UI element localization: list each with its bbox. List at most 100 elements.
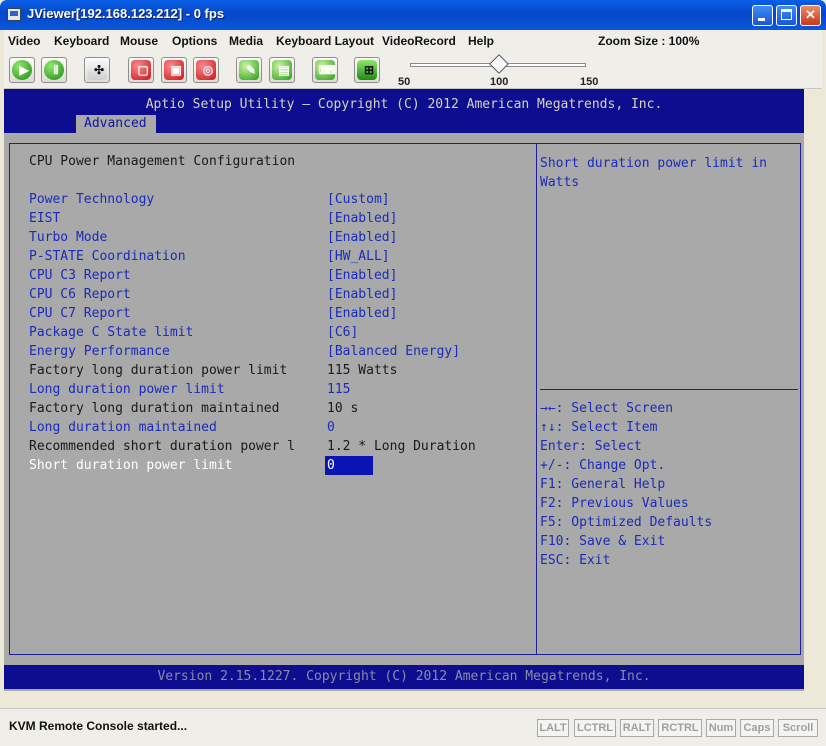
stop-record-icon: ▢	[131, 60, 151, 80]
key-hint-enter: Enter: Select	[540, 439, 642, 454]
menu-help[interactable]: Help	[468, 34, 494, 48]
setting-cpu-c3-report[interactable]: CPU C3 Report [Enabled]	[29, 268, 529, 287]
key-hint-exit: ESC: Exit	[540, 553, 611, 568]
cd-icon: ◎	[196, 60, 216, 80]
zoom-tick-50: 50	[398, 76, 411, 88]
mouse-icon: ✎	[239, 60, 259, 80]
setting-energy-performance[interactable]: Energy Performance [Balanced Energy]	[29, 344, 529, 363]
status-text: KVM Remote Console started...	[9, 719, 188, 733]
title-bar[interactable]: JViewer[192.168.123.212] - 0 fps ✕	[0, 0, 826, 30]
lock-indicator-lalt: LALT	[537, 719, 569, 737]
setting-short-duration-power-limit[interactable]: Short duration power limit 0	[29, 456, 529, 477]
setting-cpu-c6-report[interactable]: CPU C6 Report [Enabled]	[29, 287, 529, 306]
setting-p-state-coordination[interactable]: P-STATE Coordination [HW_ALL]	[29, 249, 529, 268]
maximize-button[interactable]	[776, 5, 797, 26]
tab-advanced[interactable]: Advanced	[76, 115, 156, 133]
setting-value: [Enabled]	[327, 287, 398, 302]
setting-value: [Enabled]	[327, 211, 398, 226]
menu-options[interactable]: Options	[172, 34, 217, 48]
menu-videorecord[interactable]: VideoRecord	[382, 34, 456, 48]
lock-indicator-ralt: RALT	[620, 719, 654, 737]
play-button[interactable]: ▶	[9, 57, 35, 83]
help-divider	[540, 389, 798, 390]
cd-button[interactable]: ◎	[193, 57, 219, 83]
stop-record-button[interactable]: ▢	[128, 57, 154, 83]
key-hint-optimized-defaults: F5: Optimized Defaults	[540, 515, 713, 530]
key-hint-select-item: ↑↓: Select Item	[540, 420, 658, 435]
lock-indicator-caps: Caps	[740, 719, 774, 737]
setting-label: Factory long duration power limit	[29, 363, 288, 378]
lock-button[interactable]: ⊞	[354, 57, 380, 83]
hotkey-button[interactable]: ⌨	[312, 57, 338, 83]
minimize-icon	[758, 18, 765, 21]
setting-label: P-STATE Coordination	[29, 249, 186, 264]
zoom-tick-150: 150	[580, 76, 599, 88]
setting-label: CPU C3 Report	[29, 268, 131, 283]
setting-label: CPU C7 Report	[29, 306, 131, 321]
setting-value: 115 Watts	[327, 363, 398, 378]
menu-video[interactable]: Video	[8, 34, 40, 48]
short-duration-power-limit-input[interactable]: 0	[325, 456, 373, 475]
setting-value: [Balanced Energy]	[327, 344, 461, 359]
menu-mouse[interactable]: Mouse	[120, 34, 158, 48]
panel-divider	[536, 143, 537, 655]
setting-turbo-mode[interactable]: Turbo Mode [Enabled]	[29, 230, 529, 249]
bios-title: Aptio Setup Utility – Copyright (C) 2012…	[145, 97, 663, 112]
save-icon: ▣	[164, 60, 184, 80]
setting-value: [Enabled]	[327, 230, 398, 245]
lock-icon: ⊞	[357, 60, 377, 80]
help-text: Short duration power limit in Watts	[540, 156, 767, 190]
pause-button[interactable]: Ⅱ	[41, 57, 67, 83]
zoom-size-label: Zoom Size : 100%	[598, 34, 700, 48]
setting-value: [Custom]	[327, 192, 390, 207]
setting-label: Long duration maintained	[29, 420, 217, 435]
zoom-slider-knob[interactable]	[489, 54, 509, 74]
menu-keyboard-layout[interactable]: Keyboard Layout	[276, 34, 374, 48]
key-hint-save-exit: F10: Save & Exit	[540, 534, 666, 549]
close-button[interactable]: ✕	[800, 5, 821, 26]
app-icon	[7, 8, 21, 21]
mouse-button[interactable]: ✎	[236, 57, 262, 83]
setting-value: 1.2 * Long Duration	[327, 439, 476, 454]
setting-long-duration-power-limit[interactable]: Long duration power limit 115	[29, 382, 529, 401]
keyboard-button[interactable]: ▤	[269, 57, 295, 83]
play-icon: ▶	[12, 60, 32, 80]
key-hint-change-opt: +/-: Change Opt.	[540, 458, 666, 473]
lock-indicator-num: Num	[706, 719, 736, 737]
menu-bar: Video Keyboard Mouse Options Media Keybo…	[4, 30, 822, 52]
zoom-slider[interactable]: 50 100 150	[398, 54, 598, 88]
info-factory-long-duration-power-limit: Factory long duration power limit 115 Wat…	[29, 363, 529, 382]
setting-package-c-state-limit[interactable]: Package C State limit [C6]	[29, 325, 529, 344]
setting-value: 10 s	[327, 401, 359, 416]
setting-label: Long duration power limit	[29, 382, 225, 397]
minimize-button[interactable]	[752, 5, 773, 26]
setting-eist[interactable]: EIST [Enabled]	[29, 211, 529, 230]
save-button[interactable]: ▣	[161, 57, 187, 83]
menu-keyboard[interactable]: Keyboard	[54, 34, 109, 48]
remote-screen[interactable]: Aptio Setup Utility – Copyright (C) 2012…	[4, 89, 804, 691]
setting-value: 115	[327, 382, 351, 397]
setting-value: [HW_ALL]	[327, 249, 390, 264]
setting-label: CPU C6 Report	[29, 287, 131, 302]
maximize-icon	[781, 9, 792, 20]
fullscreen-icon: ✣	[87, 60, 107, 80]
setting-label: Power Technology	[29, 192, 155, 207]
lock-indicator-lctrl: LCTRL	[574, 719, 616, 737]
lock-indicator-rctrl: RCTRL	[658, 719, 702, 737]
setting-label: Turbo Mode	[29, 230, 108, 245]
setting-long-duration-maintained[interactable]: Long duration maintained 0	[29, 420, 529, 439]
setting-cpu-c7-report[interactable]: CPU C7 Report [Enabled]	[29, 306, 529, 325]
zoom-tick-100: 100	[490, 76, 509, 88]
fullscreen-button[interactable]: ✣	[84, 57, 110, 83]
setting-label: Energy Performance	[29, 344, 170, 359]
bios-header: Aptio Setup Utility – Copyright (C) 2012…	[4, 89, 804, 133]
lock-indicator-scroll: Scroll	[778, 719, 818, 737]
setting-label: Package C State limit	[29, 325, 194, 340]
setting-power-technology[interactable]: Power Technology [Custom]	[29, 192, 529, 211]
info-factory-long-duration-maintained: Factory long duration maintained 10 s	[29, 401, 529, 420]
menu-media[interactable]: Media	[229, 34, 263, 48]
info-recommended-short-duration-power: Recommended short duration power l 1.2 * …	[29, 439, 529, 458]
setting-value: [C6]	[327, 325, 359, 340]
bios-footer: Version 2.15.1227. Copyright (C) 2012 Am…	[4, 665, 804, 689]
setting-label: EIST	[29, 211, 61, 226]
